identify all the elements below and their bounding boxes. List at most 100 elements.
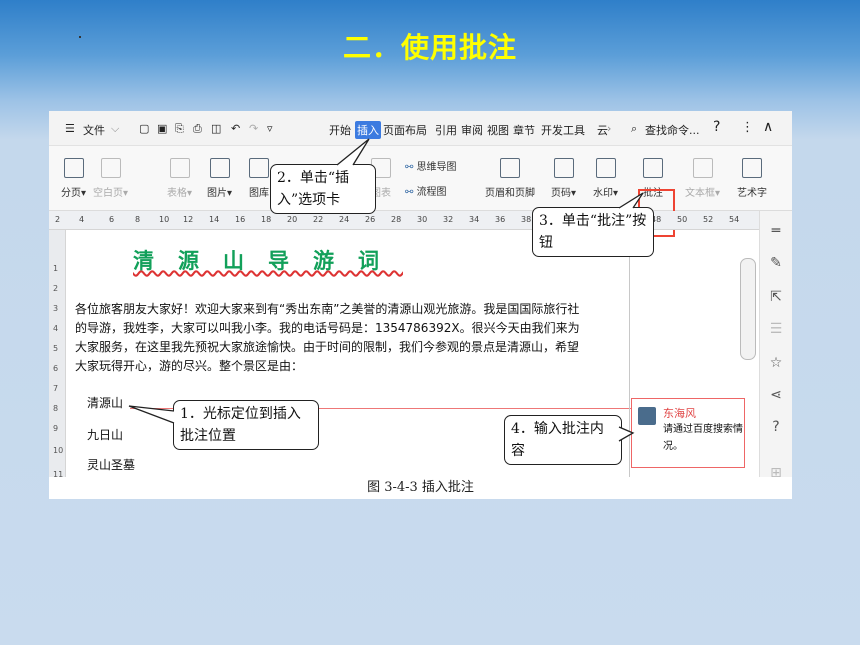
comment-author: 东海风	[663, 407, 696, 420]
ruler-tick: 54	[729, 215, 740, 224]
table-button[interactable]: 表格▾	[167, 158, 192, 199]
comment-box[interactable]: 东海风 请通过百度搜索情况。	[631, 398, 745, 468]
search-command[interactable]: 查找命令...	[645, 122, 700, 138]
undo-icon[interactable]: ↶	[231, 122, 240, 135]
ruler-tick: 16	[235, 215, 246, 224]
textbox-button[interactable]: 文本框▾	[685, 158, 720, 199]
callout-comment-button: 3．单击“批注”按钮	[532, 207, 654, 257]
picture-button[interactable]: 图片▾	[207, 158, 232, 199]
right-side-panel: ═ ✎ ⇱ ☰ ☆ ⋖ ? ⊞	[759, 211, 792, 499]
figure-caption: 图 3-4-3 插入批注	[49, 477, 792, 499]
list-item: 灵山圣墓	[87, 458, 136, 472]
tab-references[interactable]: 引用	[435, 122, 457, 138]
ruler-tick: 30	[417, 215, 428, 224]
mindmap-icon: ⚯	[405, 162, 417, 173]
help-icon[interactable]: ?	[713, 119, 720, 135]
cursor-icon[interactable]: ⇱	[768, 289, 784, 305]
tab-view[interactable]: 视图	[487, 122, 509, 138]
flowchart-button[interactable]: ⚯ 流程图	[405, 183, 447, 198]
gallery-icon	[249, 158, 269, 178]
wordart-label: 艺术字	[737, 188, 767, 199]
tab-review[interactable]: 审阅	[461, 122, 483, 138]
vruler-tick: 3	[53, 304, 59, 313]
ruler-tick: 32	[443, 215, 454, 224]
star-icon[interactable]: ☆	[768, 355, 784, 371]
print-icon[interactable]: ⎙	[193, 122, 202, 136]
vruler-tick: 10	[53, 446, 64, 455]
vertical-scrollbar[interactable]	[740, 258, 756, 360]
flowchart-icon: ⚯	[405, 187, 417, 198]
ruler-tick: 18	[261, 215, 272, 224]
file-menu[interactable]: 文件	[83, 122, 105, 138]
comment-margin-divider	[629, 230, 630, 499]
document-title: 清源山导游词	[133, 249, 403, 273]
wordart-button[interactable]: 艺术字	[737, 158, 767, 199]
tab-home[interactable]: 开始	[329, 122, 351, 138]
more-icon[interactable]: ⋮	[741, 120, 754, 135]
ruler-tick: 24	[339, 215, 350, 224]
flowchart-label: 流程图	[416, 187, 447, 198]
textbox-icon	[692, 158, 713, 178]
chevron-down-icon[interactable]: ⌵	[111, 122, 119, 136]
new-doc-icon[interactable]: ▢	[139, 122, 149, 135]
header-footer-label: 页眉和页脚	[485, 188, 535, 199]
gallery-button[interactable]: 图库	[249, 158, 269, 199]
tab-chapter[interactable]: 章节	[513, 122, 535, 138]
avatar	[638, 407, 656, 425]
textbox-label: 文本框	[685, 188, 715, 199]
callout-cursor-position: 1．光标定位到插入批注位置	[173, 400, 319, 450]
page-number-label: 页码	[551, 188, 571, 199]
redo-icon[interactable]: ↷	[249, 122, 258, 135]
vruler-tick: 9	[53, 424, 59, 433]
ruler-tick: 8	[135, 215, 141, 224]
table-label: 表格	[167, 188, 187, 199]
callout-enter-comment: 4．输入批注内容	[504, 415, 622, 465]
help-circle-icon[interactable]: ?	[768, 419, 784, 435]
search-icon[interactable]: ⌕	[631, 122, 637, 136]
preview-icon[interactable]: ◫	[211, 122, 221, 135]
quick-access-chevron-icon[interactable]: ▿	[267, 122, 273, 135]
horizontal-ruler: 2 4 6 8 10 12 14 16 18 20 22 24 26 28 30…	[49, 211, 792, 230]
save-icon[interactable]: ▣	[157, 122, 167, 135]
tab-insert[interactable]: 插入	[355, 121, 381, 139]
list-item: 清源山	[87, 396, 124, 410]
collapse-ribbon-icon[interactable]: ∧	[763, 119, 773, 135]
share-icon[interactable]: ⋖	[768, 387, 784, 403]
page-number-button[interactable]: 页码▾	[551, 158, 576, 199]
vruler-tick: 5	[53, 344, 59, 353]
comment-text[interactable]: 请通过百度搜索情况。	[663, 421, 743, 455]
page-break-button[interactable]: 分页▾	[61, 158, 86, 199]
header-footer-button[interactable]: 页眉和页脚	[485, 158, 535, 199]
menu-icon[interactable]: ☰	[65, 122, 75, 135]
mindmap-button[interactable]: ⚯ 思维导图	[405, 158, 457, 173]
ruler-tick: 22	[313, 215, 324, 224]
watermark-label: 水印	[593, 188, 613, 199]
ruler-tick: 28	[391, 215, 402, 224]
screenshot-figure: ☰ 文件 ⌵ ▢ ▣ ⎘ ⎙ ◫ ↶ ↷ ▿ 开始 插入 页面布局 引用 审阅 …	[49, 111, 792, 499]
slide-title: 二．使用批注	[342, 31, 517, 64]
tabs-more-icon[interactable]: ›	[607, 122, 611, 135]
watermark-button[interactable]: 水印▾	[593, 158, 618, 199]
vruler-tick: 2	[53, 284, 59, 293]
export-icon[interactable]: ⎘	[175, 122, 184, 136]
tab-page-layout[interactable]: 页面布局	[383, 122, 427, 138]
ruler-tick: 14	[209, 215, 220, 224]
ruler-tick: 38	[521, 215, 532, 224]
ruler-tick: 50	[677, 215, 688, 224]
tab-developer[interactable]: 开发工具	[541, 122, 585, 138]
gallery-label: 图库	[249, 188, 269, 199]
watermark-icon	[595, 158, 616, 178]
page-break-label: 分页	[61, 188, 81, 199]
vertical-ruler: 1 2 3 4 5 6 7 8 9 10 11	[49, 230, 66, 499]
vruler-tick: 7	[53, 384, 59, 393]
ruler-tick: 2	[55, 215, 61, 224]
blank-page-button[interactable]: 空白页▾	[93, 158, 128, 199]
picture-icon	[209, 158, 230, 178]
page-number-icon	[553, 158, 574, 178]
comment-icon	[643, 158, 663, 178]
vruler-tick: 1	[53, 264, 59, 273]
pen-icon[interactable]: ✎	[768, 255, 784, 271]
table-icon	[169, 158, 190, 178]
pin-icon[interactable]: ═	[768, 223, 784, 239]
format-icon[interactable]: ☰	[768, 321, 784, 337]
